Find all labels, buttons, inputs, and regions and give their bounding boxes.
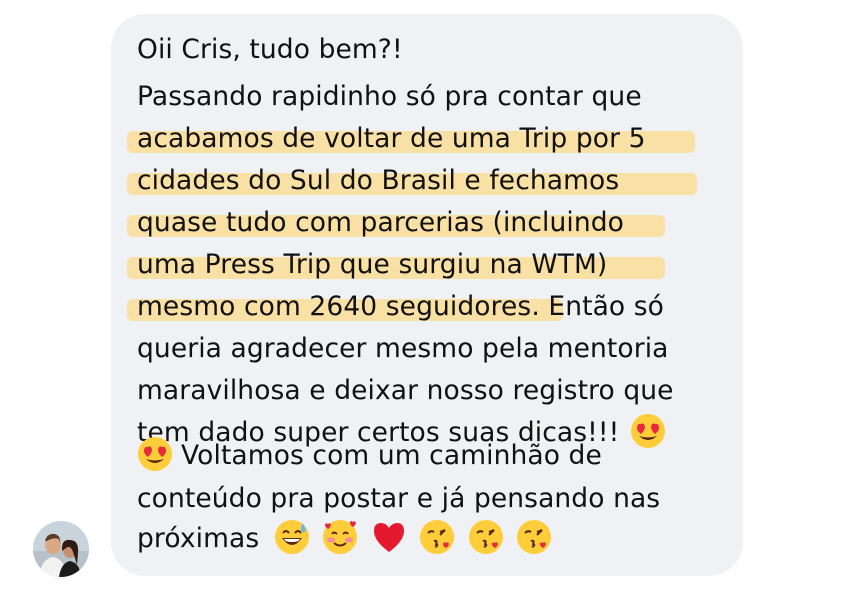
message-line: conteúdo pra postar e já pensando nas — [137, 483, 661, 514]
sender-avatar[interactable] — [33, 521, 89, 577]
message-line: Passando rapidinho só pra contar que — [137, 81, 642, 112]
kissing-heart-icon — [468, 519, 504, 555]
grinning-sweat-icon — [274, 519, 310, 555]
message-line: maravilhosa e deixar nosso registro que — [137, 375, 674, 406]
message-text: . Então só — [531, 291, 664, 322]
heart-eyes-icon — [630, 413, 666, 449]
message-text: próximas — [137, 523, 260, 554]
message-line: cidades do Sul do Brasil e fechamos — [137, 165, 620, 196]
message-text: Voltamos com um caminhão de — [181, 440, 602, 471]
smiling-hearts-icon — [322, 519, 358, 555]
message-line: próximas — [137, 519, 554, 559]
message-line: uma Press Trip que surgiu na WTM) — [137, 249, 608, 280]
message-line: quase tudo com parcerias (incluindo — [137, 207, 624, 238]
message-line: Oii Cris, tudo bem?! — [137, 34, 403, 65]
message-line: Voltamos com um caminhão de — [137, 436, 602, 476]
message-line: mesmo com 2640 seguidores. Então só — [137, 287, 664, 327]
message-line: queria agradecer mesmo pela mentoria — [137, 333, 669, 364]
highlighted-text: mesmo com 2640 seguidores — [137, 291, 532, 322]
kissing-heart-icon — [419, 519, 455, 555]
heart-eyes-icon — [137, 436, 173, 472]
red-heart-icon — [371, 519, 407, 555]
message-line: acabamos de voltar de uma Trip por 5 — [137, 123, 646, 154]
kissing-heart-icon — [516, 519, 552, 555]
